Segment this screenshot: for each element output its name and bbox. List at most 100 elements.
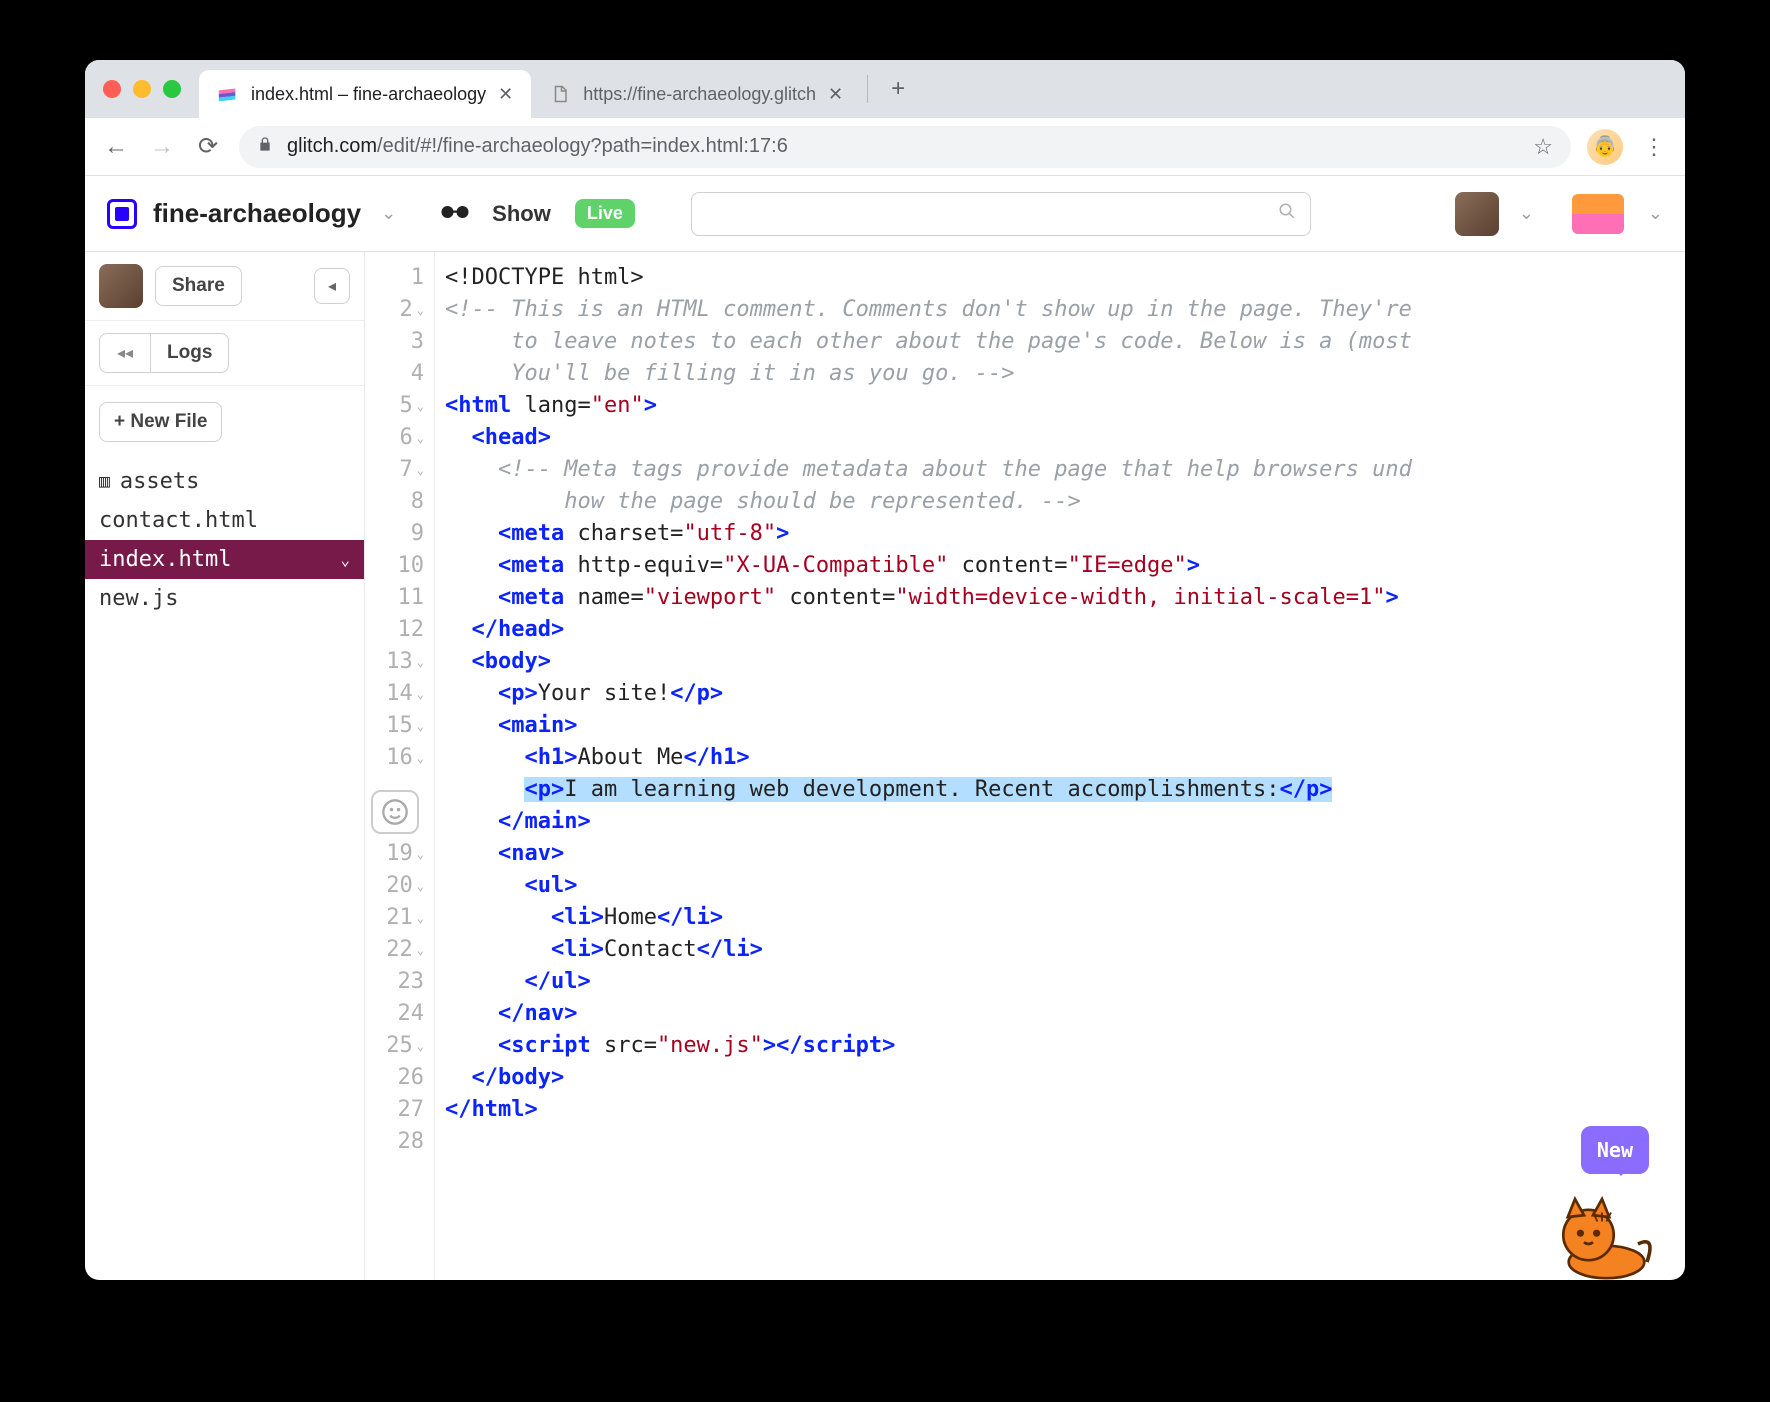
code-line[interactable]: </ul> — [445, 966, 1685, 998]
code-line[interactable]: <main> — [445, 710, 1685, 742]
project-icon — [107, 199, 137, 229]
line-number: 28 — [365, 1126, 424, 1158]
line-number: 24 — [365, 998, 424, 1030]
debug-face-button[interactable] — [371, 790, 419, 834]
line-number: 19 ⌄ — [365, 838, 424, 870]
file-name: assets — [120, 469, 199, 494]
live-badge[interactable]: Live — [575, 199, 635, 228]
collaborator-avatar[interactable] — [99, 264, 143, 308]
line-number: 9 — [365, 518, 424, 550]
close-tab-icon[interactable]: ✕ — [828, 84, 843, 105]
code-line[interactable]: how the page should be represented. --> — [445, 486, 1685, 518]
code-line[interactable]: </nav> — [445, 998, 1685, 1030]
code-line[interactable]: <!-- This is an HTML comment. Comments d… — [445, 294, 1685, 326]
profile-avatar[interactable]: 👵 — [1587, 129, 1623, 165]
line-number: 16 ⌄ — [365, 742, 424, 774]
chrome-menu-button[interactable]: ⋮ — [1639, 134, 1669, 160]
user-dropdown-caret[interactable]: ⌄ — [1519, 203, 1534, 224]
search-input[interactable] — [706, 203, 1278, 224]
chevron-down-icon: ⌄ — [340, 550, 350, 569]
code-line[interactable]: <head> — [445, 422, 1685, 454]
file-name: new.js — [99, 586, 178, 611]
code-editor[interactable]: 12 ⌄345 ⌄6 ⌄7 ⌄8910111213 ⌄14 ⌄15 ⌄16 ⌄1… — [365, 252, 1685, 1280]
glitch-logo-icon[interactable] — [1572, 194, 1624, 234]
code-line[interactable]: </html> — [445, 1094, 1685, 1126]
line-number: 4 — [365, 358, 424, 390]
logs-button[interactable]: Logs — [151, 333, 229, 373]
code-line[interactable] — [445, 1126, 1685, 1158]
code-line[interactable]: </main> — [445, 806, 1685, 838]
file-item-new-js[interactable]: new.js — [85, 579, 364, 618]
browser-toolbar: ← → ⟳ glitch.com/edit/#!/fine-archaeolog… — [85, 118, 1685, 176]
close-tab-icon[interactable]: ✕ — [498, 84, 513, 105]
code-line[interactable]: <meta name="viewport" content="width=dev… — [445, 582, 1685, 614]
code-line[interactable]: </body> — [445, 1062, 1685, 1094]
tab-title: index.html – fine-archaeology — [251, 84, 486, 105]
line-number: 3 — [365, 326, 424, 358]
line-number: 11 — [365, 582, 424, 614]
new-feature-badge[interactable]: New — [1581, 1126, 1649, 1174]
new-file-button[interactable]: + New File — [99, 402, 222, 442]
code-line[interactable]: <ul> — [445, 870, 1685, 902]
app-body: Share ◂ ◂◂ Logs + New File ▥ assets contac… — [85, 252, 1685, 1280]
line-number: 1 — [365, 262, 424, 294]
code-line[interactable]: <nav> — [445, 838, 1685, 870]
browser-window: index.html – fine-archaeology ✕ https://… — [85, 60, 1685, 1280]
code-line[interactable]: <li>Contact</li> — [445, 934, 1685, 966]
cat-mascot-icon[interactable] — [1547, 1190, 1657, 1280]
file-item-assets[interactable]: ▥ assets — [85, 462, 364, 501]
code-line[interactable]: to leave notes to each other about the p… — [445, 326, 1685, 358]
search-box[interactable] — [691, 192, 1311, 236]
line-number: 22 ⌄ — [365, 934, 424, 966]
code-line[interactable]: <script src="new.js"></script> — [445, 1030, 1685, 1062]
glitch-favicon — [217, 83, 239, 105]
browser-tab[interactable]: https://fine-archaeology.glitch ✕ — [531, 70, 861, 118]
forward-button[interactable]: → — [147, 133, 177, 161]
line-number: 2 ⌄ — [365, 294, 424, 326]
browser-tab-active[interactable]: index.html – fine-archaeology ✕ — [199, 70, 531, 118]
code-line[interactable]: <!DOCTYPE html> — [445, 262, 1685, 294]
line-number: 14 ⌄ — [365, 678, 424, 710]
file-list: ▥ assets contact.htmlindex.html⌄ new.js — [85, 458, 364, 622]
window-controls — [103, 80, 181, 98]
tab-strip: index.html – fine-archaeology ✕ https://… — [85, 60, 1685, 118]
code-line[interactable]: You'll be filling it in as you go. --> — [445, 358, 1685, 390]
lock-icon — [257, 136, 273, 157]
code-line[interactable]: <p>Your site!</p> — [445, 678, 1685, 710]
code-line[interactable]: <meta charset="utf-8"> — [445, 518, 1685, 550]
user-avatar[interactable] — [1455, 192, 1499, 236]
code-line[interactable]: </head> — [445, 614, 1685, 646]
file-item-index-html[interactable]: index.html⌄ — [85, 540, 364, 579]
code-line[interactable]: <!-- Meta tags provide metadata about th… — [445, 454, 1685, 486]
collapse-sidebar-button[interactable]: ◂ — [314, 268, 350, 304]
code-line[interactable]: <li>Home</li> — [445, 902, 1685, 934]
code-line[interactable]: <meta http-equiv="X-UA-Compatible" conte… — [445, 550, 1685, 582]
code-line[interactable]: <p>I am learning web development. Recent… — [445, 774, 1685, 806]
project-dropdown-caret[interactable]: ⌄ — [381, 203, 396, 224]
maximize-window-button[interactable] — [163, 80, 181, 98]
line-number: 13 ⌄ — [365, 646, 424, 678]
line-gutter: 12 ⌄345 ⌄6 ⌄7 ⌄8910111213 ⌄14 ⌄15 ⌄16 ⌄1… — [365, 252, 435, 1280]
file-item-contact-html[interactable]: contact.html — [85, 501, 364, 540]
archive-icon: ▥ — [99, 471, 110, 492]
line-number: 7 ⌄ — [365, 454, 424, 486]
close-window-button[interactable] — [103, 80, 121, 98]
account-dropdown-caret[interactable]: ⌄ — [1648, 203, 1663, 224]
code-line[interactable]: <html lang="en"> — [445, 390, 1685, 422]
rewind-button[interactable]: ◂◂ — [99, 333, 151, 373]
tab-title: https://fine-archaeology.glitch — [583, 84, 816, 105]
line-number: 25 ⌄ — [365, 1030, 424, 1062]
project-name[interactable]: fine-archaeology — [153, 198, 361, 229]
bookmark-icon[interactable]: ☆ — [1533, 134, 1553, 160]
back-button[interactable]: ← — [101, 133, 131, 161]
reload-button[interactable]: ⟳ — [193, 132, 223, 161]
show-button-label[interactable]: Show — [492, 201, 551, 227]
sunglasses-icon[interactable] — [440, 201, 470, 227]
code-line[interactable]: <body> — [445, 646, 1685, 678]
url-bar[interactable]: glitch.com/edit/#!/fine-archaeology?path… — [239, 126, 1571, 168]
new-tab-button[interactable]: + — [880, 71, 916, 107]
code-line[interactable]: <h1>About Me</h1> — [445, 742, 1685, 774]
code-area[interactable]: <!DOCTYPE html><!-- This is an HTML comm… — [435, 252, 1685, 1280]
minimize-window-button[interactable] — [133, 80, 151, 98]
share-button[interactable]: Share — [155, 266, 242, 306]
